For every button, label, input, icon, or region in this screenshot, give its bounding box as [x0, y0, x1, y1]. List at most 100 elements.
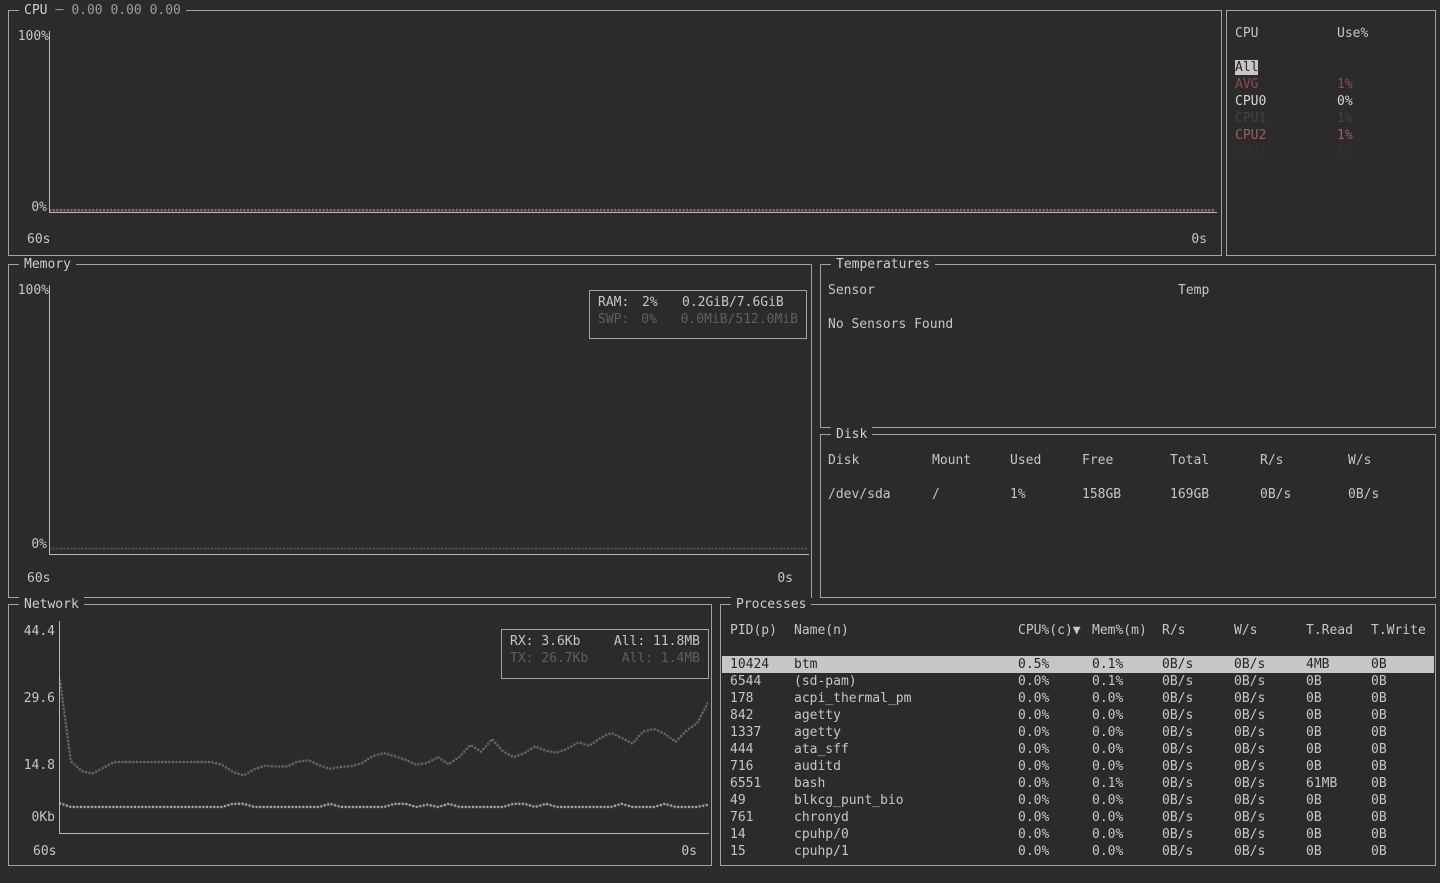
tx-all-value: 1.4MB: [661, 651, 700, 666]
process-row-cell: 61MB: [1306, 775, 1371, 792]
process-row[interactable]: 6544(sd-pam)0.0%0.1%0B/s0B/s0B0B: [722, 673, 1434, 690]
process-row-cell: 0.0%: [1018, 826, 1092, 843]
cpu-legend-row[interactable]: All: [1228, 59, 1434, 76]
process-row[interactable]: 716auditd0.0%0.0%0B/s0B/s0B0B: [722, 758, 1434, 775]
process-row-cell: bash: [794, 775, 1018, 792]
process-row-cell: auditd: [794, 758, 1018, 775]
process-row-cell: 0.0%: [1018, 843, 1092, 860]
processes-header-mem[interactable]: Mem%(m): [1092, 622, 1162, 639]
process-row-cell: 0B/s: [1162, 741, 1234, 758]
cpu-legend-row[interactable]: CPU11%: [1228, 110, 1434, 127]
rx-all-label: All:: [614, 634, 645, 649]
process-row-cell: 0B/s: [1162, 826, 1234, 843]
disk-row[interactable]: /dev/sda/1%158GB169GB0B/s0B/s: [822, 486, 1434, 503]
cpu-y-min-label: 0%: [11, 199, 47, 216]
tx-legend-row: TX: 26.7Kb All: 1.4MB: [510, 650, 700, 667]
network-panel[interactable]: Network 44.4 29.6 14.8 0Kb 60s 0s RX: 3.…: [8, 604, 712, 866]
cpu-legend-row[interactable]: CPU00%: [1228, 93, 1434, 110]
process-row-cell: 0B: [1371, 775, 1434, 792]
processes-table: PID(p) Name(n) CPU%(c)▼ Mem%(m) R/s W/s …: [722, 605, 1434, 860]
process-row-cell: 0B: [1371, 707, 1434, 724]
process-row-cell: 0B: [1371, 741, 1434, 758]
process-row-cell: 0B: [1371, 826, 1434, 843]
memory-panel[interactable]: Memory 100% 0% 60s 0s RAM: 2% 0.2GiB/7.6…: [8, 264, 812, 598]
tx-rate-group: TX: 26.7Kb: [510, 650, 588, 667]
cpu-legend-row[interactable]: CPU31%: [1228, 144, 1434, 161]
network-y-tick-2: 14.8: [15, 757, 55, 774]
process-row-cell: 0B/s: [1234, 792, 1306, 809]
disk-header-mount: Mount: [932, 452, 1010, 469]
process-row[interactable]: 761chronyd0.0%0.0%0B/s0B/s0B0B: [722, 809, 1434, 826]
processes-header-tread[interactable]: T.Read: [1306, 622, 1371, 639]
temperatures-panel[interactable]: Temperatures Sensor Temp No Sensors Foun…: [820, 264, 1436, 428]
process-row-cell: 0B/s: [1234, 707, 1306, 724]
process-row[interactable]: 10424btm0.5%0.1%0B/s0B/s4MB0B: [722, 656, 1434, 673]
process-row-cell: 0B/s: [1234, 690, 1306, 707]
temperatures-header-row: Sensor Temp: [822, 282, 1434, 299]
process-row[interactable]: 1337agetty0.0%0.0%0B/s0B/s0B0B: [722, 724, 1434, 741]
process-row-cell: 0B: [1371, 724, 1434, 741]
cpu-legend-use-value: 0%: [1337, 93, 1434, 110]
temperatures-table: Sensor Temp No Sensors Found: [822, 265, 1434, 333]
process-row-cell: 0.1%: [1092, 673, 1162, 690]
cpu-y-max-label: 100%: [13, 28, 49, 45]
process-row-cell: agetty: [794, 724, 1018, 741]
disk-table: Disk Mount Used Free Total R/s W/s /dev/…: [822, 435, 1434, 503]
process-row[interactable]: 6551bash0.0%0.1%0B/s0B/s61MB0B: [722, 775, 1434, 792]
process-row-cell: 0.0%: [1092, 809, 1162, 826]
cpu-legend-panel[interactable]: CPU Use% AllAVG1%CPU00%CPU11%CPU21%CPU31…: [1226, 10, 1436, 256]
process-row-cell: 0B: [1306, 724, 1371, 741]
process-row-cell: 0B: [1306, 690, 1371, 707]
process-row-cell: 0.0%: [1018, 758, 1092, 775]
process-row-cell: 0.0%: [1092, 690, 1162, 707]
process-row[interactable]: 178acpi_thermal_pm0.0%0.0%0B/s0B/s0B0B: [722, 690, 1434, 707]
process-row[interactable]: 842agetty0.0%0.0%0B/s0B/s0B0B: [722, 707, 1434, 724]
memory-y-min-label: 0%: [11, 536, 47, 553]
process-row-cell: 0B/s: [1162, 656, 1234, 673]
disk-panel[interactable]: Disk Disk Mount Used Free Total R/s W/s …: [820, 434, 1436, 598]
process-row-cell: 761: [730, 809, 794, 826]
disk-header-total: Total: [1170, 452, 1260, 469]
processes-header-cpu[interactable]: CPU%(c)▼: [1018, 622, 1092, 639]
cpu-legend-row[interactable]: AVG 1%: [1228, 76, 1434, 93]
disk-header-used: Used: [1010, 452, 1082, 469]
cpu-legend-name-text: CPU2: [1235, 128, 1266, 143]
cpu-panel-title-text: CPU: [24, 2, 47, 19]
process-row[interactable]: 15cpuhp/10.0%0.0%0B/s0B/s0B0B: [722, 843, 1434, 860]
process-row-cell: 0.0%: [1018, 673, 1092, 690]
ram-legend-row: RAM: 2% 0.2GiB/7.6GiB: [598, 294, 798, 311]
process-row-cell: 0.0%: [1018, 792, 1092, 809]
cpu-panel[interactable]: CPU ─ 0.00 0.00 0.00 100% 0% 60s 0s: [8, 10, 1222, 256]
process-row[interactable]: 49blkcg_punt_bio0.0%0.0%0B/s0B/s0B0B: [722, 792, 1434, 809]
processes-header-twrite[interactable]: T.Write: [1371, 622, 1434, 639]
process-row-cell: 0.0%: [1018, 707, 1092, 724]
processes-panel[interactable]: Processes PID(p) Name(n) CPU%(c)▼ Mem%(m…: [720, 604, 1436, 866]
process-row[interactable]: 444ata_sff0.0%0.0%0B/s0B/s0B0B: [722, 741, 1434, 758]
ram-label: RAM:: [598, 294, 642, 311]
process-row[interactable]: 14cpuhp/00.0%0.0%0B/s0B/s0B0B: [722, 826, 1434, 843]
processes-header-name[interactable]: Name(n): [794, 622, 1018, 639]
cpu-legend-name: CPU1: [1235, 110, 1337, 127]
process-row-cell: 0B: [1306, 741, 1371, 758]
cpu-legend-use-value: 1%: [1337, 110, 1434, 127]
disk-header-ws: W/s: [1348, 452, 1434, 469]
rx-legend-row: RX: 3.6Kb All: 11.8MB: [510, 633, 700, 650]
processes-header-pid[interactable]: PID(p): [730, 622, 794, 639]
cpu-legend-name-text: AVG: [1235, 77, 1258, 92]
process-row-cell: 4MB: [1306, 656, 1371, 673]
process-row-cell: 1337: [730, 724, 794, 741]
disk-header-disk: Disk: [828, 452, 932, 469]
processes-header-rs[interactable]: R/s: [1162, 622, 1234, 639]
process-row-cell: 0B/s: [1162, 758, 1234, 775]
process-row-cell: 0B/s: [1234, 656, 1306, 673]
cpu-legend-row[interactable]: CPU21%: [1228, 127, 1434, 144]
process-row-cell: 0.0%: [1092, 707, 1162, 724]
cpu-legend-use-value: 1%: [1337, 76, 1434, 93]
process-row-cell: 0B/s: [1234, 775, 1306, 792]
load-average: 0.00 0.00 0.00: [71, 2, 181, 19]
process-row-cell: 0B/s: [1162, 843, 1234, 860]
processes-header-row[interactable]: PID(p) Name(n) CPU%(c)▼ Mem%(m) R/s W/s …: [722, 622, 1434, 639]
rx-all-value: 11.8MB: [653, 634, 700, 649]
processes-header-ws[interactable]: W/s: [1234, 622, 1306, 639]
tx-rate: 26.7Kb: [541, 651, 588, 666]
